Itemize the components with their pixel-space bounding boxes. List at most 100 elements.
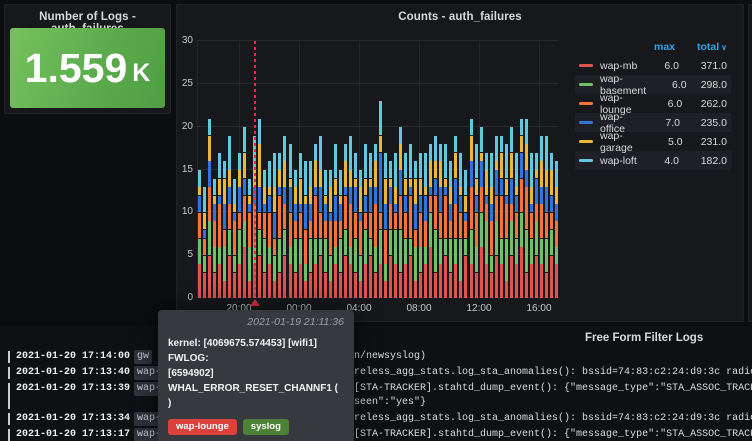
bar-segment-wap-office (268, 196, 271, 213)
bar-segment-wap-lounge (515, 213, 518, 238)
log-row[interactable]: 2021-01-20 17:13:34wap-basement: mcad[12… (0, 412, 752, 426)
bar-segment-wap-office (419, 196, 422, 213)
bar-segment-wap-basement (540, 239, 543, 264)
bar-segment-wap-office (349, 187, 352, 204)
bar-segment-wap-mb (329, 281, 332, 298)
bar-segment-wap-basement (374, 247, 377, 272)
bar-segment-wap-mb (459, 281, 462, 298)
bar-segment-wap-loft (424, 153, 427, 187)
stacked-bar (273, 41, 276, 298)
bar-segment-wap-lounge (429, 196, 432, 213)
bar-segment-wap-loft (535, 153, 538, 170)
bar-segment-wap-mb (344, 256, 347, 298)
annotation-marker-icon[interactable] (250, 299, 260, 306)
bar-segment-wap-mb (198, 264, 201, 298)
stacked-bar (535, 41, 538, 298)
bar-segment-wap-lounge (334, 221, 337, 246)
bar-segment-wap-office (218, 196, 221, 204)
stacked-bar (268, 41, 271, 298)
legend-row-wap-lounge[interactable]: wap-lounge6.0262.0 (575, 94, 731, 113)
chart-panel-title: Counts - auth_failures (177, 5, 743, 23)
log-host-chip[interactable]: gw (134, 350, 152, 364)
bar-segment-wap-office (530, 204, 533, 212)
bar-segment-wap-mb (389, 256, 392, 298)
bar-segment-wap-lounge (394, 213, 397, 230)
log-row[interactable]: 2021-01-20 17:13:17wap-basement: stahtd[… (0, 428, 752, 441)
bar-segment-wap-garage (203, 213, 206, 230)
bar-segment-wap-loft (429, 144, 432, 161)
log-level-bar (8, 367, 10, 379)
bar-segment-wap-mb (470, 264, 473, 298)
bar-segment-wap-mb (404, 264, 407, 298)
stacked-bar (409, 41, 412, 298)
bar-segment-wap-office (434, 179, 437, 196)
bar-segment-wap-basement (273, 256, 276, 281)
bar-segment-wap-office (238, 187, 241, 212)
log-row[interactable]: 2021-01-20 17:14:00gw: newsyslog (/sbin/… (0, 350, 752, 364)
legend-sort-max[interactable]: max (637, 41, 675, 53)
bar-segment-wap-loft (379, 101, 382, 135)
bar-segment-wap-office (424, 196, 427, 221)
stat-panel: Number of Logs - auth_failures 1.559 K (4, 4, 171, 114)
stacked-bar (454, 41, 457, 298)
bar-segment-wap-mb (530, 264, 533, 298)
x-axis-tick-label: 12:00 (466, 303, 491, 314)
bar-segment-wap-garage (233, 204, 236, 212)
bar-segment-wap-mb (490, 273, 493, 298)
bar-segment-wap-lounge (444, 196, 447, 238)
bar-segment-wap-loft (475, 144, 478, 178)
bar-segment-wap-loft (329, 170, 332, 187)
bar-segment-wap-garage (339, 196, 342, 204)
bar-segment-wap-mb (334, 264, 337, 298)
bar-segment-wap-basement (500, 239, 503, 264)
bar-segment-wap-mb (268, 264, 271, 298)
bar-segment-wap-office (263, 204, 266, 212)
log-level-bar (8, 413, 10, 425)
stacked-bar (289, 41, 292, 298)
bar-segment-wap-basement (429, 213, 432, 247)
log-row[interactable]: 2021-01-20 17:13:39wap-loft: stahtd[1255… (0, 382, 752, 410)
bar-segment-wap-lounge (530, 213, 533, 238)
stacked-bar (324, 41, 327, 298)
bar-segment-wap-office (309, 204, 312, 221)
bar-segment-wap-loft (238, 153, 241, 170)
bar-segment-wap-office (394, 204, 397, 212)
tooltip-tag-wap-lounge[interactable]: wap-lounge (168, 419, 237, 435)
legend-row-wap-office[interactable]: wap-office7.0235.0 (575, 113, 731, 132)
stat-value: 1.559 (25, 48, 128, 89)
log-row[interactable]: 2021-01-20 17:13:40wap-basement: mcad[12… (0, 366, 752, 380)
stacked-bar (490, 41, 493, 298)
legend-row-wap-loft[interactable]: wap-loft4.0182.0 (575, 151, 731, 170)
bar-segment-wap-mb (349, 264, 352, 298)
tooltip-message-line: WHAL_ERROR_RESET_CHANNF1 ( ) (168, 381, 344, 411)
bar-segment-wap-garage (364, 179, 367, 196)
bar-segment-wap-loft (530, 153, 533, 187)
legend-row-wap-garage[interactable]: wap-garage5.0231.0 (575, 132, 731, 151)
legend-total-value: 182.0 (679, 155, 727, 167)
stacked-bar (429, 41, 432, 298)
bar-segment-wap-loft (409, 144, 412, 178)
bar-segment-wap-office (439, 187, 442, 212)
bar-segment-wap-mb (289, 264, 292, 298)
legend-row-wap-basement[interactable]: wap-basement6.0298.0 (575, 75, 731, 94)
bar-segment-wap-mb (555, 264, 558, 298)
bar-segment-wap-loft (480, 127, 483, 152)
bar-segment-wap-basement (389, 230, 392, 255)
legend-sort-total[interactable]: total∨ (675, 41, 727, 53)
stacked-bar (283, 41, 286, 298)
legend-total-value: 262.0 (682, 98, 727, 110)
bar-segment-wap-loft (369, 153, 372, 178)
chart-plot-area (197, 41, 559, 298)
bar-segment-wap-office (515, 196, 518, 213)
bar-segment-wap-garage (349, 170, 352, 187)
bar-segment-wap-office (289, 187, 292, 212)
bar-segment-wap-mb (525, 273, 528, 298)
bar-segment-wap-loft (304, 161, 307, 195)
annotation-tooltip-timestamp: 2021-01-19 21:11:36 (168, 316, 344, 328)
tooltip-tag-syslog[interactable]: syslog (243, 419, 289, 435)
bar-segment-wap-basement (203, 256, 206, 273)
bar-segment-wap-garage (218, 179, 221, 196)
bar-segment-wap-lounge (339, 221, 342, 238)
stacked-bar (475, 41, 478, 298)
stacked-bar (369, 41, 372, 298)
